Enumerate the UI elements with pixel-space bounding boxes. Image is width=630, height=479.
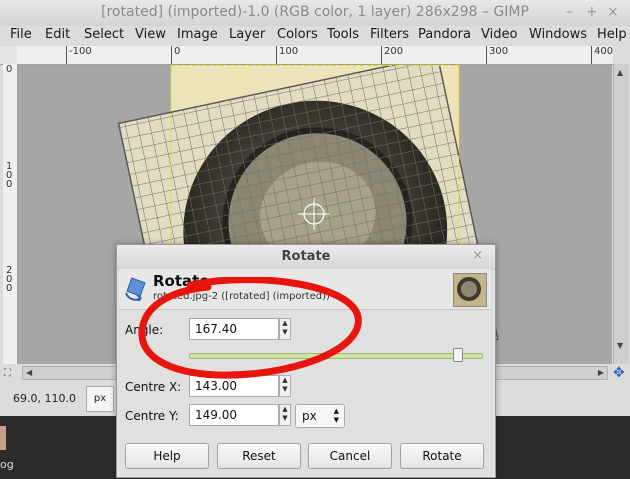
menu-select[interactable]: Select bbox=[84, 27, 124, 42]
menu-view[interactable]: View bbox=[135, 27, 166, 42]
ruler-tick bbox=[381, 46, 382, 64]
pointer-coordinates: 69.0, 110.0 bbox=[13, 392, 76, 405]
ruler-tick bbox=[171, 46, 172, 64]
centre-y-label: Centre Y: bbox=[125, 409, 179, 423]
vertical-scrollbar[interactable]: ▲ ▼ bbox=[613, 64, 629, 364]
rotate-button[interactable]: Rotate bbox=[400, 443, 484, 469]
title-bar: [rotated] (imported)-1.0 (RGB color, 1 l… bbox=[0, 0, 630, 27]
navigate-icon[interactable]: ✥ bbox=[613, 365, 625, 381]
spin-arrows-icon: ▲ ▼ bbox=[333, 407, 339, 424]
desktop-file-icon[interactable] bbox=[0, 426, 6, 450]
ruler-label: 400 bbox=[594, 46, 614, 57]
ruler-label: 200 bbox=[384, 46, 404, 57]
ruler-tick bbox=[486, 46, 487, 64]
centre-y-input[interactable]: 149.00 bbox=[189, 404, 279, 426]
help-button[interactable]: Help bbox=[125, 443, 209, 469]
ruler-tick bbox=[66, 46, 67, 64]
menu-image[interactable]: Image bbox=[177, 27, 218, 42]
unit-select[interactable]: px ▲ ▼ bbox=[295, 404, 345, 428]
angle-slider-handle[interactable] bbox=[453, 348, 464, 362]
scroll-right-arrow-icon[interactable]: ▶ bbox=[598, 368, 604, 377]
menu-tools[interactable]: Tools bbox=[327, 27, 359, 42]
reset-button[interactable]: Reset bbox=[217, 443, 301, 469]
ruler-tick bbox=[276, 46, 277, 64]
cancel-button[interactable]: Cancel bbox=[308, 443, 392, 469]
maximize-button[interactable]: + bbox=[586, 4, 598, 20]
centre-x-label: Centre X: bbox=[125, 380, 182, 394]
centre-y-spin-button[interactable]: ▲ ▼ bbox=[279, 404, 291, 426]
unit-select-value: px bbox=[302, 409, 317, 423]
dialog-title: Rotate bbox=[281, 249, 331, 264]
ruler-tick bbox=[591, 46, 592, 64]
quick-mask-icon[interactable]: ⛶ bbox=[4, 368, 11, 379]
ruler-label: 0 bbox=[6, 64, 13, 75]
scroll-left-arrow-icon[interactable]: ◀ bbox=[26, 368, 32, 377]
ruler-label: 300 bbox=[489, 46, 509, 57]
desktop-file-label: og bbox=[0, 458, 14, 471]
image-thumbnail bbox=[453, 273, 487, 307]
menu-colors[interactable]: Colors bbox=[277, 27, 318, 42]
menu-file[interactable]: File bbox=[10, 27, 32, 42]
minimize-button[interactable]: – bbox=[566, 4, 573, 20]
dialog-close-button[interactable]: × bbox=[472, 248, 483, 263]
menu-windows[interactable]: Windows bbox=[529, 27, 587, 42]
ruler-label: -100 bbox=[69, 46, 92, 57]
ruler-label: 2 0 0 bbox=[6, 265, 13, 294]
window-title: [rotated] (imported)-1.0 (RGB color, 1 l… bbox=[101, 4, 529, 20]
dialog-title-bar: Rotate × bbox=[117, 245, 495, 270]
vertical-ruler[interactable]: 0 1 0 0 2 0 0 bbox=[3, 64, 18, 364]
menu-bar: File Edit Select View Image Layer Colors… bbox=[0, 26, 630, 46]
menu-layer[interactable]: Layer bbox=[229, 27, 265, 42]
annotation-circle bbox=[138, 277, 362, 379]
status-unit-select[interactable]: px bbox=[86, 386, 114, 412]
menu-pandora[interactable]: Pandora bbox=[418, 27, 471, 42]
ruler-corner[interactable] bbox=[0, 46, 17, 65]
menu-edit[interactable]: Edit bbox=[45, 27, 70, 42]
ruler-label: 0 bbox=[174, 46, 181, 57]
scroll-down-arrow-icon[interactable]: ▼ bbox=[617, 341, 623, 350]
close-button[interactable]: × bbox=[607, 4, 619, 20]
horizontal-ruler[interactable]: -100 0 100 200 300 400 bbox=[17, 46, 613, 65]
menu-video[interactable]: Video bbox=[481, 27, 517, 42]
menu-help[interactable]: Help bbox=[597, 27, 627, 42]
menu-filters[interactable]: Filters bbox=[370, 27, 409, 42]
ruler-label: 100 bbox=[279, 46, 299, 57]
ruler-label: 1 0 0 bbox=[6, 161, 13, 190]
scroll-up-arrow-icon[interactable]: ▲ bbox=[617, 68, 623, 77]
